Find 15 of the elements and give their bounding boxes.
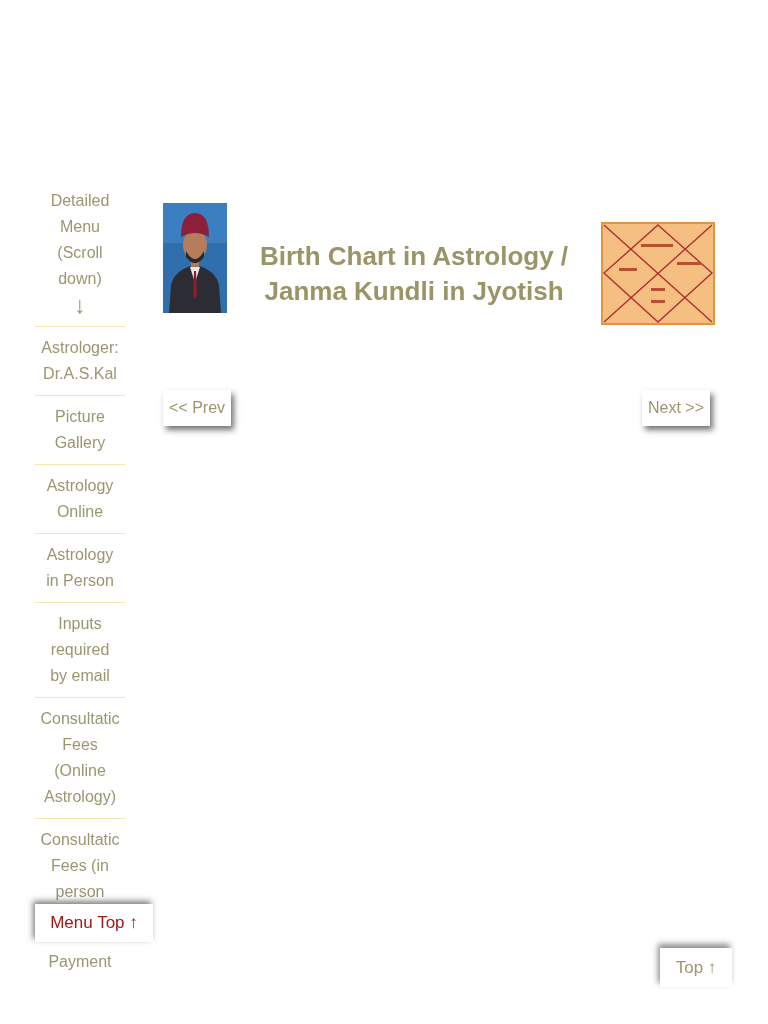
sidebar-menu-item[interactable]: Consultatic Fees (Online Astrology) <box>35 698 125 819</box>
top-button[interactable]: Top ↑ <box>660 948 732 987</box>
menu-top-button[interactable]: Menu Top ↑ <box>35 904 153 942</box>
sidebar-menu-item[interactable]: Astrology Online <box>35 465 125 534</box>
sidebar-menu-item[interactable]: Consultatic Fees (in person <box>35 819 125 905</box>
sidebar-menu-item[interactable]: Astrology in Person <box>35 534 125 603</box>
next-button[interactable]: Next >> <box>641 390 710 426</box>
sidebar-menu-item[interactable]: Detailed Menu (Scroll down) ↓ <box>35 180 125 327</box>
sidebar-menu-item[interactable]: Inputs required by email <box>35 603 125 698</box>
sidebar-menu-item[interactable]: Payment <box>35 941 125 975</box>
prev-button[interactable]: << Prev <box>163 390 232 426</box>
sidebar-menu-item[interactable]: Astrologer: Dr.A.S.Kal <box>35 327 125 396</box>
page-title: Janma Kundli in Jyotish <box>264 275 564 308</box>
sidebar-menu-item[interactable]: Picture Gallery <box>35 396 125 465</box>
page-title: Birth Chart in Astrology / <box>259 240 569 273</box>
